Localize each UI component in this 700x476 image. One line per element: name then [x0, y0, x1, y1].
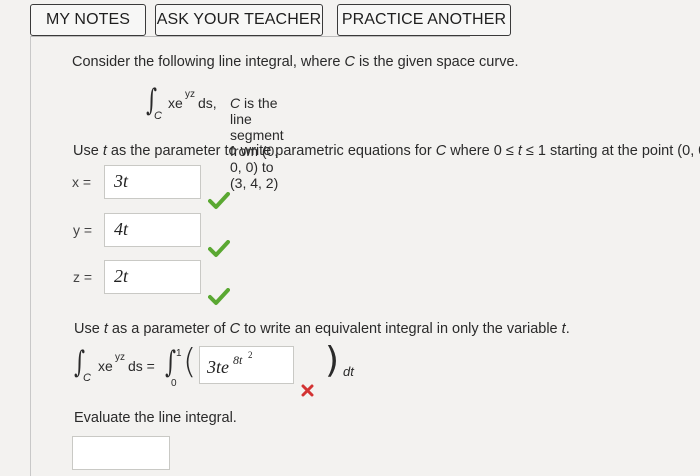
practice-another-button[interactable]: PRACTICE ANOTHER [337, 4, 511, 36]
equivalent-integral-instruction: Use t as a parameter of C to write an eq… [74, 321, 570, 337]
lhs-ds-equals: ds = [128, 358, 155, 374]
x-correct-check-icon [208, 192, 230, 209]
dt-label: dt [343, 364, 354, 379]
final-answer-input[interactable] [72, 436, 170, 470]
integrand-incorrect-x-icon [301, 384, 314, 397]
lhs-integrand-exponent: yz [115, 352, 125, 363]
x-label: x = [72, 174, 92, 190]
left-paren: ( [183, 342, 197, 382]
lhs-integral-subscript: C [83, 372, 91, 384]
integrand-answer-input[interactable]: 3te 8t 2 [199, 346, 294, 384]
problem-intro: Consider the following line integral, wh… [72, 54, 519, 70]
evaluate-instruction: Evaluate the line integral. [74, 410, 237, 426]
x-answer-input[interactable]: 3t [104, 165, 201, 199]
y-correct-check-icon [208, 240, 230, 257]
integrand: xe [168, 95, 183, 111]
z-answer-input[interactable]: 2t [104, 260, 201, 294]
y-answer-input[interactable]: 4t [104, 213, 201, 247]
integrand-exponent: yz [185, 89, 195, 100]
z-label: z = [73, 269, 93, 285]
z-correct-check-icon [208, 288, 230, 305]
ask-your-teacher-button[interactable]: ASK YOUR TEACHER [155, 4, 323, 36]
lhs-integrand: xe [98, 358, 113, 374]
integral-subscript: C [154, 110, 162, 122]
content-frame-left [30, 36, 31, 476]
y-label: y = [73, 222, 93, 238]
parametric-instruction: Use t as the parameter to write parametr… [73, 143, 700, 159]
my-notes-button[interactable]: MY NOTES [30, 4, 146, 36]
right-paren: ) [325, 340, 340, 381]
content-frame-top [30, 36, 470, 37]
lower-limit: 0 [171, 378, 177, 389]
rhs-integral-sign: ∫ [165, 345, 176, 380]
integrand-ds: ds, [198, 95, 217, 111]
upper-limit: 1 [176, 348, 182, 359]
